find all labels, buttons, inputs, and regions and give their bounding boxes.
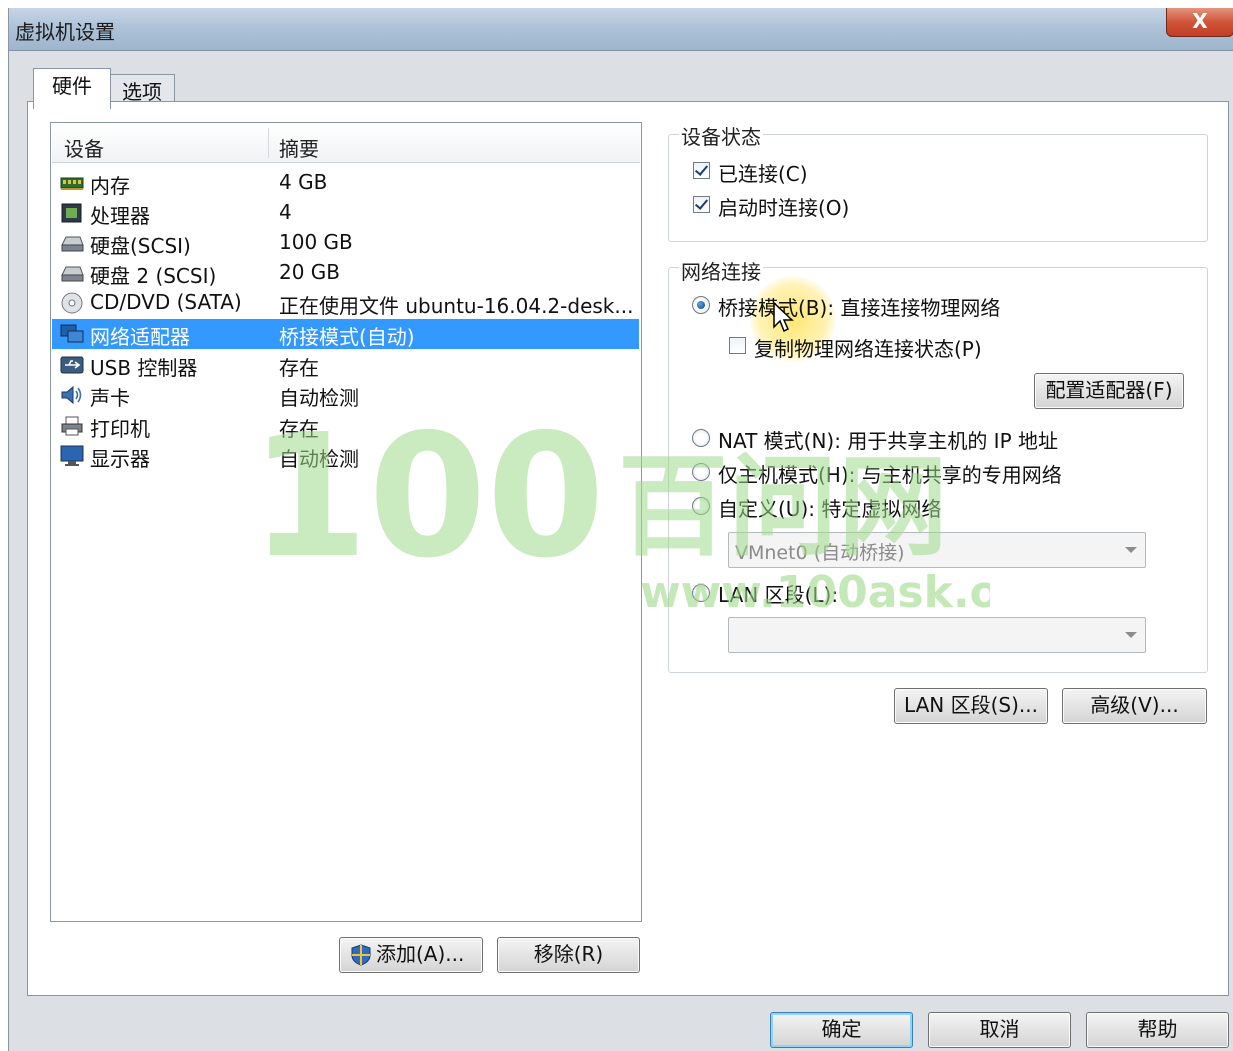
close-button[interactable]: X <box>1166 8 1233 37</box>
hard-disk-icon <box>61 266 84 282</box>
replicate-state-checkbox[interactable] <box>729 337 746 354</box>
mouse-cursor-icon <box>773 302 794 333</box>
device-row-cd-dvd[interactable]: CD/DVD (SATA) 正在使用文件 ubuntu-16.04.2-desk… <box>52 288 639 318</box>
bridged-label[interactable]: 桥接模式(B): 直接连接物理网络 <box>718 292 1000 321</box>
device-name: USB 控制器 <box>90 356 198 380</box>
device-name: 打印机 <box>90 417 150 441</box>
ok-button[interactable]: 确定 <box>770 1012 913 1048</box>
configure-adapters-button[interactable]: 配置适配器(F) <box>1034 373 1184 409</box>
device-name: 显示器 <box>90 447 150 471</box>
hard-disk-icon <box>61 236 84 252</box>
device-row-memory[interactable]: 内存 4 GB <box>52 168 639 198</box>
device-list[interactable]: 设备 摘要 内存 4 GB 处理器 4 硬盘(SCSI) 100 GB 硬盘 2… <box>50 122 642 922</box>
network-connection-title: 网络连接 <box>679 256 763 285</box>
device-row-printer[interactable]: 打印机 存在 <box>52 411 639 441</box>
shield-icon <box>351 944 371 966</box>
add-device-label: 添加(A)... <box>376 942 465 966</box>
usb-icon <box>60 356 84 374</box>
device-name: CD/DVD (SATA) <box>90 290 242 314</box>
advanced-button[interactable]: 高级(V)... <box>1062 688 1207 724</box>
lan-segment-select[interactable] <box>728 617 1146 653</box>
custom-radio[interactable] <box>692 497 710 515</box>
device-row-display[interactable]: 显示器 自动检测 <box>52 441 639 471</box>
device-summary: 自动检测 <box>279 386 359 410</box>
device-summary: 存在 <box>279 356 319 380</box>
cancel-button[interactable]: 取消 <box>928 1012 1071 1048</box>
device-name: 硬盘 2 (SCSI) <box>90 264 217 288</box>
display-icon <box>60 445 84 466</box>
device-name: 声卡 <box>90 386 130 410</box>
device-summary: 20 GB <box>279 260 341 284</box>
cd-dvd-icon <box>61 292 83 314</box>
bridged-radio[interactable] <box>692 296 710 314</box>
lan-segment-label[interactable]: LAN 区段(L): <box>718 579 838 608</box>
device-summary: 正在使用文件 ubuntu-16.04.2-desk... <box>279 294 634 318</box>
add-device-button[interactable]: 添加(A)... <box>339 937 483 973</box>
network-adapter-icon <box>60 324 84 343</box>
device-summary: 100 GB <box>279 230 353 254</box>
device-name: 内存 <box>90 174 130 198</box>
device-name: 网络适配器 <box>90 325 190 349</box>
device-summary: 自动检测 <box>279 447 359 471</box>
replicate-state-label[interactable]: 复制物理网络连接状态(P) <box>754 333 982 362</box>
connect-at-power-on-checkbox[interactable] <box>693 196 710 213</box>
chevron-down-icon <box>1125 632 1137 638</box>
host-only-label[interactable]: 仅主机模式(H): 与主机共享的专用网络 <box>718 459 1062 488</box>
list-header: 设备 摘要 <box>52 124 640 163</box>
lan-segments-button[interactable]: LAN 区段(S)... <box>894 688 1048 724</box>
device-status-group <box>668 134 1208 242</box>
connected-checkbox[interactable] <box>693 162 710 179</box>
device-name: 硬盘(SCSI) <box>90 234 191 258</box>
title-bar[interactable]: 虚拟机设置 X <box>9 8 1233 51</box>
device-row-hard-disk-2[interactable]: 硬盘 2 (SCSI) 20 GB <box>52 258 639 288</box>
device-row-sound-card[interactable]: 声卡 自动检测 <box>52 380 639 410</box>
custom-network-select[interactable]: VMnet0 (自动桥接) <box>728 532 1146 568</box>
column-divider[interactable] <box>268 128 269 158</box>
remove-device-button[interactable]: 移除(R) <box>497 937 640 973</box>
device-summary: 桥接模式(自动) <box>279 325 415 349</box>
custom-label[interactable]: 自定义(U): 特定虚拟网络 <box>718 493 941 522</box>
host-only-radio[interactable] <box>692 463 710 481</box>
nat-radio[interactable] <box>692 429 710 447</box>
chevron-down-icon <box>1125 547 1137 553</box>
device-row-hard-disk[interactable]: 硬盘(SCSI) 100 GB <box>52 228 639 258</box>
column-header-device[interactable]: 设备 <box>64 133 104 162</box>
device-row-network-adapter[interactable]: 网络适配器 桥接模式(自动) <box>52 319 639 349</box>
device-summary: 存在 <box>279 417 319 441</box>
printer-icon <box>61 416 83 436</box>
memory-icon <box>60 177 84 190</box>
connect-at-power-on-label[interactable]: 启动时连接(O) <box>718 192 849 221</box>
lan-segment-radio[interactable] <box>692 584 710 602</box>
custom-network-value: VMnet0 (自动桥接) <box>735 542 905 564</box>
window-title: 虚拟机设置 <box>15 20 115 44</box>
processor-icon <box>61 203 82 223</box>
device-summary: 4 GB <box>279 170 328 194</box>
nat-label[interactable]: NAT 模式(N): 用于共享主机的 IP 地址 <box>718 425 1058 454</box>
sound-card-icon <box>61 385 82 405</box>
help-button[interactable]: 帮助 <box>1086 1012 1229 1048</box>
device-row-processor[interactable]: 处理器 4 <box>52 198 639 228</box>
device-row-usb[interactable]: USB 控制器 存在 <box>52 350 639 380</box>
settings-window: 虚拟机设置 X 硬件 选项 设备 摘要 内存 4 GB 处理器 4 硬盘(SCS… <box>8 8 1233 1051</box>
device-name: 处理器 <box>90 204 150 228</box>
connected-label[interactable]: 已连接(C) <box>718 158 808 187</box>
column-header-summary[interactable]: 摘要 <box>279 133 319 162</box>
device-summary: 4 <box>279 200 292 224</box>
tab-hardware[interactable]: 硬件 <box>33 68 111 109</box>
device-status-title: 设备状态 <box>679 121 763 150</box>
